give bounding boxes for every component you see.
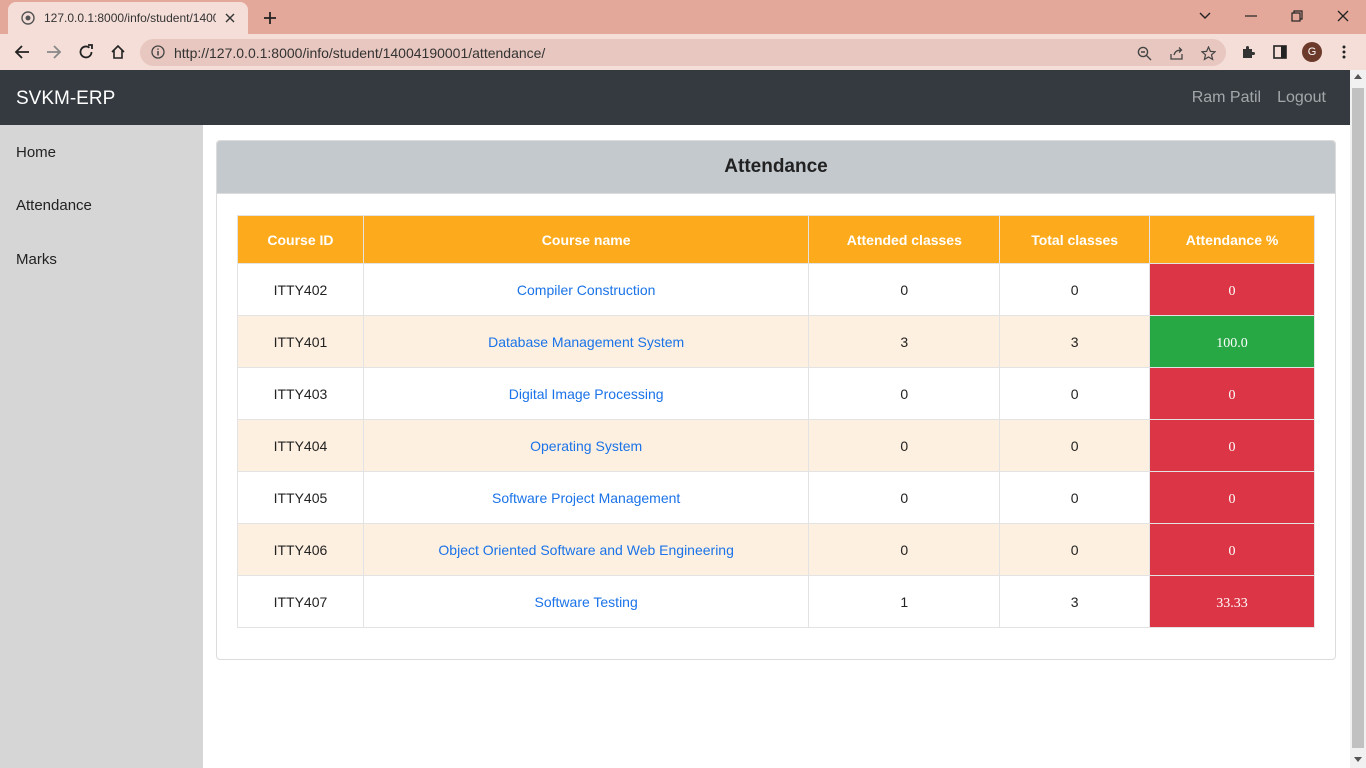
scroll-down-arrow-icon[interactable] [1354, 757, 1362, 762]
brand-logo-text[interactable]: SVKM-ERP [16, 88, 115, 110]
sidebar-item-home[interactable]: Home [16, 144, 56, 161]
sidebar-item-marks[interactable]: Marks [16, 251, 57, 268]
attended-classes-cell: 0 [808, 367, 1001, 420]
total-classes-cell: 0 [999, 263, 1151, 316]
extensions-puzzle-icon[interactable] [1234, 38, 1262, 66]
attendance-card: Attendance Course ID Course name Attende… [216, 140, 1336, 660]
attendance-percent-cell: 0 [1149, 263, 1315, 316]
bookmark-star-icon[interactable] [1198, 43, 1218, 63]
home-icon[interactable] [104, 38, 132, 66]
zoom-icon[interactable] [1134, 43, 1154, 63]
table-row: ITTY406 Object Oriented Software and Web … [237, 523, 1315, 576]
forward-arrow-icon[interactable] [40, 38, 68, 66]
total-classes-cell: 3 [999, 575, 1151, 628]
attended-classes-cell: 1 [808, 575, 1001, 628]
header-attended-classes: Attended classes [808, 215, 1001, 264]
course-id-cell: ITTY405 [237, 471, 364, 524]
scrollbar-thumb[interactable] [1352, 88, 1364, 748]
course-id-cell: ITTY406 [237, 523, 364, 576]
restore-icon[interactable] [1274, 4, 1320, 28]
attended-classes-cell: 0 [808, 419, 1001, 472]
browser-tab[interactable]: 127.0.0.1:8000/info/student/1400 [8, 2, 248, 34]
course-name-link[interactable]: Database Management System [488, 334, 684, 350]
browser-toolbar: http://127.0.0.1:8000/info/student/14004… [0, 34, 1366, 70]
profile-avatar[interactable]: G [1302, 42, 1322, 62]
course-id-cell: ITTY401 [237, 315, 364, 368]
course-name-cell: Database Management System [362, 315, 810, 368]
reload-icon[interactable] [72, 38, 100, 66]
tab-search-chevron-icon[interactable] [1182, 4, 1228, 28]
user-name-link[interactable]: Ram Patil [1192, 89, 1261, 107]
header-course-name: Course name [362, 215, 810, 264]
header-course-id: Course ID [237, 215, 364, 264]
total-classes-cell: 0 [999, 471, 1151, 524]
course-name-link[interactable]: Software Testing [535, 594, 638, 610]
tab-title: 127.0.0.1:8000/info/student/1400 [44, 11, 216, 25]
card-header: Attendance [217, 141, 1335, 194]
table-row: ITTY404 Operating System 0 0 0 [237, 419, 1315, 472]
course-name-cell: Digital Image Processing [362, 367, 810, 420]
course-name-cell: Operating System [362, 419, 810, 472]
card-title: Attendance [724, 156, 828, 177]
table-row: ITTY407 Software Testing 1 3 33.33 [237, 575, 1315, 628]
attended-classes-cell: 3 [808, 315, 1001, 368]
logout-link[interactable]: Logout [1277, 89, 1326, 107]
side-panel-icon[interactable] [1266, 38, 1294, 66]
course-name-link[interactable]: Software Project Management [492, 490, 680, 506]
header-total-classes: Total classes [999, 215, 1151, 264]
table-row: ITTY402 Compiler Construction 0 0 0 [237, 263, 1315, 316]
info-icon[interactable] [150, 44, 166, 60]
total-classes-cell: 3 [999, 315, 1151, 368]
course-name-cell: Object Oriented Software and Web Enginee… [362, 523, 810, 576]
table-header-row: Course ID Course name Attended classes T… [237, 215, 1315, 264]
table-row: ITTY405 Software Project Management 0 0 0 [237, 471, 1315, 524]
sidebar-item-attendance[interactable]: Attendance [16, 197, 92, 214]
scroll-up-arrow-icon[interactable] [1354, 74, 1362, 79]
course-name-link[interactable]: Compiler Construction [517, 282, 656, 298]
course-name-link[interactable]: Object Oriented Software and Web Enginee… [438, 542, 733, 558]
course-name-cell: Compiler Construction [362, 263, 810, 316]
attendance-percent-cell: 0 [1149, 419, 1315, 472]
total-classes-cell: 0 [999, 419, 1151, 472]
attended-classes-cell: 0 [808, 523, 1001, 576]
attended-classes-cell: 0 [808, 471, 1001, 524]
table-row: ITTY403 Digital Image Processing 0 0 0 [237, 367, 1315, 420]
course-id-cell: ITTY404 [237, 419, 364, 472]
kebab-menu-icon[interactable] [1330, 38, 1358, 66]
course-name-link[interactable]: Digital Image Processing [509, 386, 664, 402]
sidebar: Home Attendance Marks [0, 125, 203, 768]
course-id-cell: ITTY403 [237, 367, 364, 420]
course-id-cell: ITTY407 [237, 575, 364, 628]
attendance-percent-cell: 33.33 [1149, 575, 1315, 628]
page-scrollbar[interactable] [1350, 70, 1366, 768]
attendance-percent-cell: 0 [1149, 367, 1315, 420]
attendance-percent-cell: 100.0 [1149, 315, 1315, 368]
attendance-table: Course ID Course name Attended classes T… [237, 215, 1315, 628]
header-attendance-percent: Attendance % [1149, 215, 1315, 264]
course-name-link[interactable]: Operating System [530, 438, 642, 454]
close-tab-icon[interactable] [222, 10, 238, 26]
new-tab-icon[interactable] [258, 6, 282, 30]
attended-classes-cell: 0 [808, 263, 1001, 316]
address-bar[interactable]: http://127.0.0.1:8000/info/student/14004… [140, 39, 1226, 66]
total-classes-cell: 0 [999, 523, 1151, 576]
share-icon[interactable] [1166, 43, 1186, 63]
table-row: ITTY401 Database Management System 3 3 100.0 [237, 315, 1315, 368]
course-id-cell: ITTY402 [237, 263, 364, 316]
attendance-percent-cell: 0 [1149, 523, 1315, 576]
url-text[interactable]: http://127.0.0.1:8000/info/student/14004… [174, 45, 545, 61]
app-navbar: SVKM-ERP Ram Patil Logout [0, 70, 1350, 125]
back-arrow-icon[interactable] [8, 38, 36, 66]
close-window-icon[interactable] [1320, 4, 1366, 28]
globe-icon [20, 10, 36, 26]
minimize-icon[interactable] [1228, 4, 1274, 28]
course-name-cell: Software Project Management [362, 471, 810, 524]
total-classes-cell: 0 [999, 367, 1151, 420]
course-name-cell: Software Testing [362, 575, 810, 628]
browser-tab-bar: 127.0.0.1:8000/info/student/1400 [0, 0, 1366, 34]
attendance-percent-cell: 0 [1149, 471, 1315, 524]
